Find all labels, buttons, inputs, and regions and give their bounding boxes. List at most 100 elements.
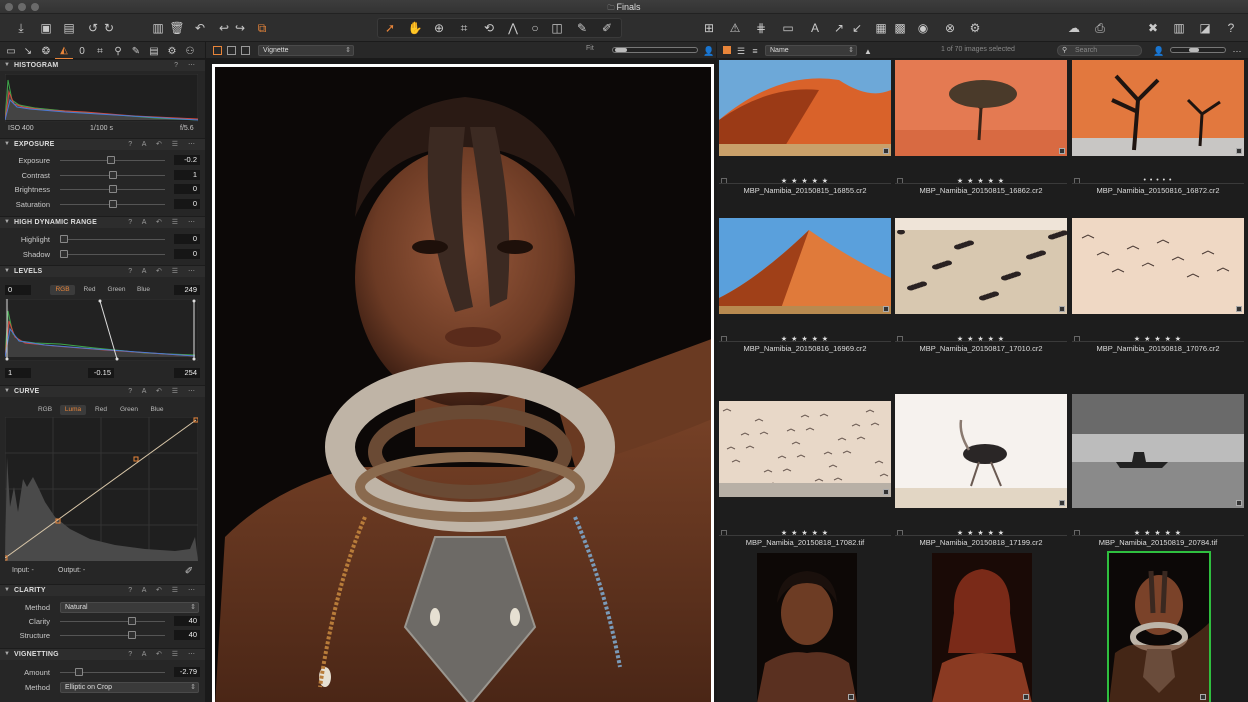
levels-input-high[interactable]: 249 (174, 285, 200, 295)
hdr-row-value[interactable]: 0 (174, 249, 200, 259)
histogram-header[interactable]: ▼ HISTOGRAM? ⋯ (0, 59, 205, 71)
clarity-row-track[interactable] (60, 635, 165, 636)
levels-input-low[interactable]: 0 (5, 285, 31, 295)
capture-tab-icon[interactable]: ↘ (19, 42, 37, 60)
copy-adjust-icon[interactable]: ↗ (830, 19, 848, 37)
hdr-row-value[interactable]: 0 (174, 234, 200, 244)
spot-removal-icon[interactable]: ○ (526, 19, 544, 37)
exposure-row-knob[interactable] (108, 185, 117, 193)
tool-actions-icon[interactable]: ? A ↶ ☰ ⋯ (128, 140, 199, 148)
lens-tab-icon[interactable]: 0 (73, 42, 91, 60)
hdr-row-track[interactable] (60, 254, 165, 255)
crop-tool-icon[interactable]: ⌗ (455, 19, 473, 37)
album-icon[interactable]: ▥ (149, 19, 167, 37)
details-tab-icon[interactable]: ⚲ (109, 42, 127, 60)
proof-icon[interactable]: ▭ (779, 19, 797, 37)
composition-tab-icon[interactable]: ⌗ (91, 42, 109, 60)
browser-thumbnail[interactable] (1072, 394, 1244, 508)
filmstrip-view-icon[interactable]: ≡ (746, 42, 764, 60)
browser-thumbnail[interactable] (719, 60, 891, 156)
tools-icon[interactable]: ✖ (1144, 19, 1162, 37)
reset-icon[interactable]: ↶ (191, 19, 209, 37)
hdr-row-knob[interactable] (60, 235, 68, 243)
capture-icon[interactable]: ▣ (37, 19, 55, 37)
text-icon[interactable]: A (806, 19, 824, 37)
hdr-row-track[interactable] (60, 239, 165, 240)
curve-channel-tab[interactable]: Red (88, 405, 114, 415)
curve-picker-icon[interactable]: ✐ (180, 562, 198, 580)
sort-direction-icon[interactable]: ▲ (859, 42, 877, 60)
select-tool-icon[interactable]: ➚ (381, 19, 399, 37)
camera-icon[interactable]: ▦ (872, 19, 890, 37)
tool-actions-icon[interactable]: ? ⋯ (174, 61, 199, 69)
warning-icon[interactable]: ⚠ (726, 19, 744, 37)
thumb-size-slider[interactable] (1170, 47, 1226, 53)
image-viewer[interactable] (206, 59, 716, 702)
multi-view-icon[interactable] (213, 46, 222, 55)
grid-icon[interactable]: ⊞ (700, 19, 718, 37)
curve-channel-tab[interactable]: RGB (32, 405, 58, 415)
color-tab-icon[interactable]: ❂ (37, 42, 55, 60)
live-view-icon[interactable]: ▤ (60, 19, 78, 37)
exposure-row-knob[interactable] (108, 199, 117, 208)
clarity-row-track[interactable] (60, 621, 165, 622)
curve-channel-tab[interactable]: Green (116, 405, 142, 415)
levels-channel-tab[interactable]: Blue (131, 285, 156, 295)
exposure-row-value[interactable]: 0 (174, 198, 200, 209)
local-adjust-tab-icon[interactable]: ✎ (127, 42, 145, 60)
cancel-icon[interactable]: ⊗ (941, 19, 959, 37)
exposure-tab-icon[interactable]: ◭ (55, 42, 73, 60)
keystone-tool-icon[interactable]: ⋀ (504, 19, 522, 37)
curve-graph[interactable] (5, 417, 198, 561)
browser-user-icon[interactable]: 👤 (1150, 42, 1168, 60)
sort-select[interactable]: Name (765, 45, 857, 56)
library-tab-icon[interactable]: ▭ (2, 42, 20, 60)
browser-menu-icon[interactable]: ⋯ (1228, 42, 1246, 60)
curve-channel-tab[interactable]: Luma (60, 405, 86, 415)
levels-channel-tab[interactable]: Green (104, 285, 129, 295)
user-icon[interactable]: 👤 (700, 42, 718, 60)
tool-actions-icon[interactable]: ? A ↶ ☰ ⋯ (128, 267, 199, 275)
vignetting-method-select[interactable]: Elliptic on Crop (60, 682, 199, 693)
clarity-row-value[interactable]: 40 (174, 616, 200, 626)
exposure-row-value[interactable]: 1 (174, 169, 200, 180)
guides-icon[interactable]: ⋕ (752, 19, 770, 37)
film-icon[interactable]: ▩ (891, 19, 909, 37)
search-field[interactable]: ⚲ Search (1057, 45, 1142, 56)
levels-channel-tab[interactable]: RGB (50, 285, 75, 295)
import-icon[interactable]: ⤓ (12, 19, 30, 37)
exposure-row-value[interactable]: 0 (174, 184, 200, 194)
zoom-tool-icon[interactable]: ⊕ (430, 19, 448, 37)
browser-thumbnail[interactable] (932, 553, 1032, 702)
help-icon[interactable]: ? (1222, 19, 1240, 37)
levels-header[interactable]: ▼ LEVELS? A ↶ ☰ ⋯ (0, 265, 205, 277)
workspace-icon[interactable]: ▥ (1170, 19, 1188, 37)
thumbnail-view-icon[interactable] (723, 46, 731, 54)
vignetting-amount-knob[interactable] (74, 668, 83, 676)
browser-thumbnail[interactable] (895, 60, 1067, 156)
browser-thumbnail[interactable] (1072, 60, 1244, 156)
browser-thumbnail[interactable] (1072, 218, 1244, 314)
tool-actions-icon[interactable]: ? A ↶ ☰ ⋯ (128, 586, 199, 594)
browser-thumbnail[interactable] (757, 553, 857, 702)
browser-thumbnail[interactable] (719, 401, 891, 497)
clarity-row-knob[interactable] (127, 617, 136, 625)
rotate-right-icon[interactable]: ↻ (100, 19, 118, 37)
cloud-icon[interactable]: ☁ (1065, 19, 1083, 37)
exposure-row-knob[interactable] (109, 170, 118, 179)
tool-actions-icon[interactable]: ? A ↶ ☰ ⋯ (128, 218, 199, 226)
tool-actions-icon[interactable]: ? A ↶ ☰ ⋯ (128, 387, 199, 395)
hdr-row-knob[interactable] (60, 250, 68, 258)
browser-thumbnail[interactable] (895, 218, 1067, 314)
trash-icon[interactable]: 🗑 (168, 19, 186, 37)
style-preset-select[interactable]: Vignette (258, 45, 354, 56)
settings-icon[interactable]: ⚙ (966, 19, 984, 37)
metadata-tab-icon[interactable]: ▤ (145, 42, 163, 60)
clarity-method-select[interactable]: Natural (60, 602, 199, 613)
variants-icon[interactable]: ⧉ (253, 19, 271, 37)
single-view-icon[interactable] (227, 46, 236, 55)
exposure-row-knob[interactable] (106, 156, 115, 164)
clarity-row-value[interactable]: 40 (174, 630, 200, 640)
curve-header[interactable]: ▼ CURVE? A ↶ ☰ ⋯ (0, 385, 205, 397)
print-icon[interactable]: ⎙ (1091, 19, 1109, 37)
